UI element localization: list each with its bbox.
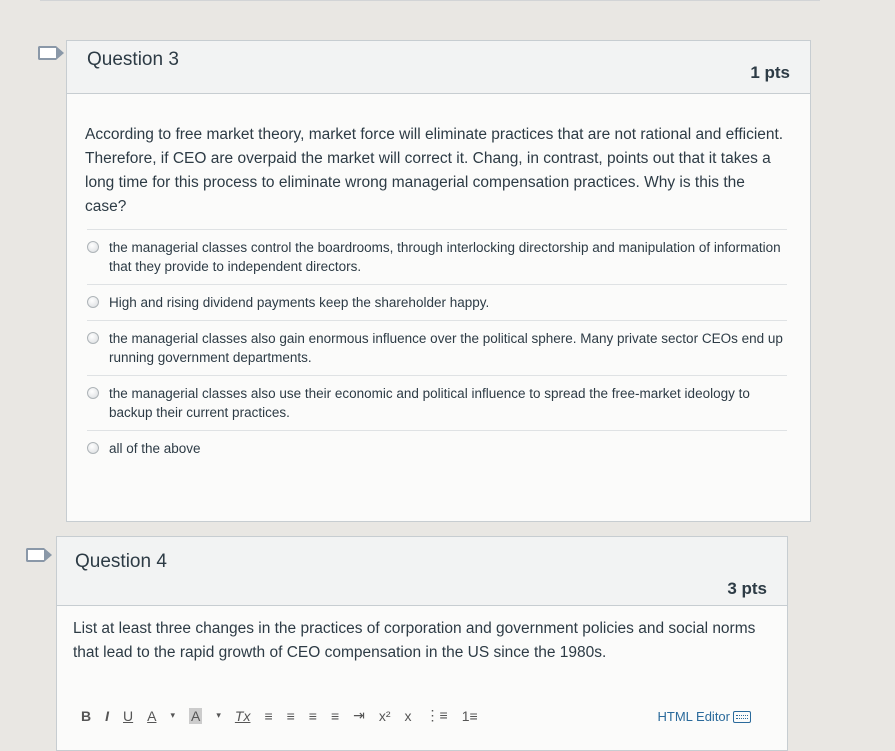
clear-formatting-button[interactable]: Tx bbox=[235, 708, 251, 724]
answer-label: the managerial classes also gain enormou… bbox=[109, 331, 783, 365]
rich-text-toolbar: B I U A ▾ A ▾ Tx ≡ ≡ ≡ ≡ ⇥ x² x ⋮≡ 1≡ bbox=[81, 707, 478, 724]
align-center-button[interactable]: ≡ bbox=[287, 708, 295, 724]
answer-list: the managerial classes control the board… bbox=[87, 229, 787, 466]
subscript-button[interactable]: x bbox=[405, 708, 412, 724]
flag-question-icon[interactable] bbox=[38, 46, 64, 60]
underline-button[interactable]: U bbox=[123, 708, 133, 724]
bullet-list-button[interactable]: ⋮≡ bbox=[426, 707, 448, 724]
radio-button[interactable] bbox=[87, 332, 99, 344]
superscript-button[interactable]: x² bbox=[379, 708, 391, 724]
answer-label: the managerial classes control the board… bbox=[109, 240, 781, 274]
align-right-button[interactable]: ≡ bbox=[309, 708, 317, 724]
answer-option[interactable]: the managerial classes also use their ec… bbox=[87, 375, 787, 430]
answer-option[interactable]: the managerial classes also gain enormou… bbox=[87, 320, 787, 375]
question-3-text: According to free market theory, market … bbox=[85, 126, 784, 215]
radio-button[interactable] bbox=[87, 387, 99, 399]
answer-option[interactable]: High and rising dividend payments keep t… bbox=[87, 284, 787, 320]
question-4-card: Question 4 3 pts List at least three cha… bbox=[56, 536, 788, 751]
radio-button[interactable] bbox=[87, 296, 99, 308]
background-color-button[interactable]: A bbox=[189, 707, 203, 724]
question-4-header: Question 4 3 pts bbox=[57, 537, 787, 606]
answer-label: High and rising dividend payments keep t… bbox=[109, 295, 490, 310]
chevron-down-icon[interactable]: ▾ bbox=[216, 710, 221, 721]
question-4-points: 3 pts bbox=[727, 579, 767, 598]
justify-button[interactable]: ≡ bbox=[331, 708, 339, 724]
question-3-header: Question 3 1 pts bbox=[67, 41, 810, 94]
keyboard-icon bbox=[733, 710, 751, 723]
indent-button[interactable]: ⇥ bbox=[353, 707, 365, 724]
question-3-card: Question 3 1 pts According to free marke… bbox=[66, 40, 811, 522]
question-3-title: Question 3 bbox=[87, 49, 179, 70]
radio-button[interactable] bbox=[87, 241, 99, 253]
flag-question-icon[interactable] bbox=[26, 548, 52, 562]
answer-label: the managerial classes also use their ec… bbox=[109, 386, 750, 420]
question-3-points: 1 pts bbox=[750, 63, 790, 82]
align-left-button[interactable]: ≡ bbox=[264, 708, 272, 724]
answer-option[interactable]: all of the above bbox=[87, 430, 787, 466]
html-editor-label: HTML Editor bbox=[657, 709, 730, 724]
chevron-down-icon[interactable]: ▾ bbox=[170, 710, 175, 721]
top-divider bbox=[40, 0, 820, 1]
html-editor-link[interactable]: HTML Editor bbox=[658, 709, 751, 724]
font-color-button[interactable]: A bbox=[147, 708, 156, 724]
numbered-list-button[interactable]: 1≡ bbox=[462, 708, 478, 724]
radio-button[interactable] bbox=[87, 442, 99, 454]
italic-button[interactable]: I bbox=[105, 708, 109, 724]
bold-button[interactable]: B bbox=[81, 708, 91, 724]
answer-label: all of the above bbox=[109, 441, 201, 456]
question-4-text: List at least three changes in the pract… bbox=[73, 620, 756, 661]
answer-option[interactable]: the managerial classes control the board… bbox=[87, 229, 787, 284]
question-4-title: Question 4 bbox=[75, 551, 167, 572]
